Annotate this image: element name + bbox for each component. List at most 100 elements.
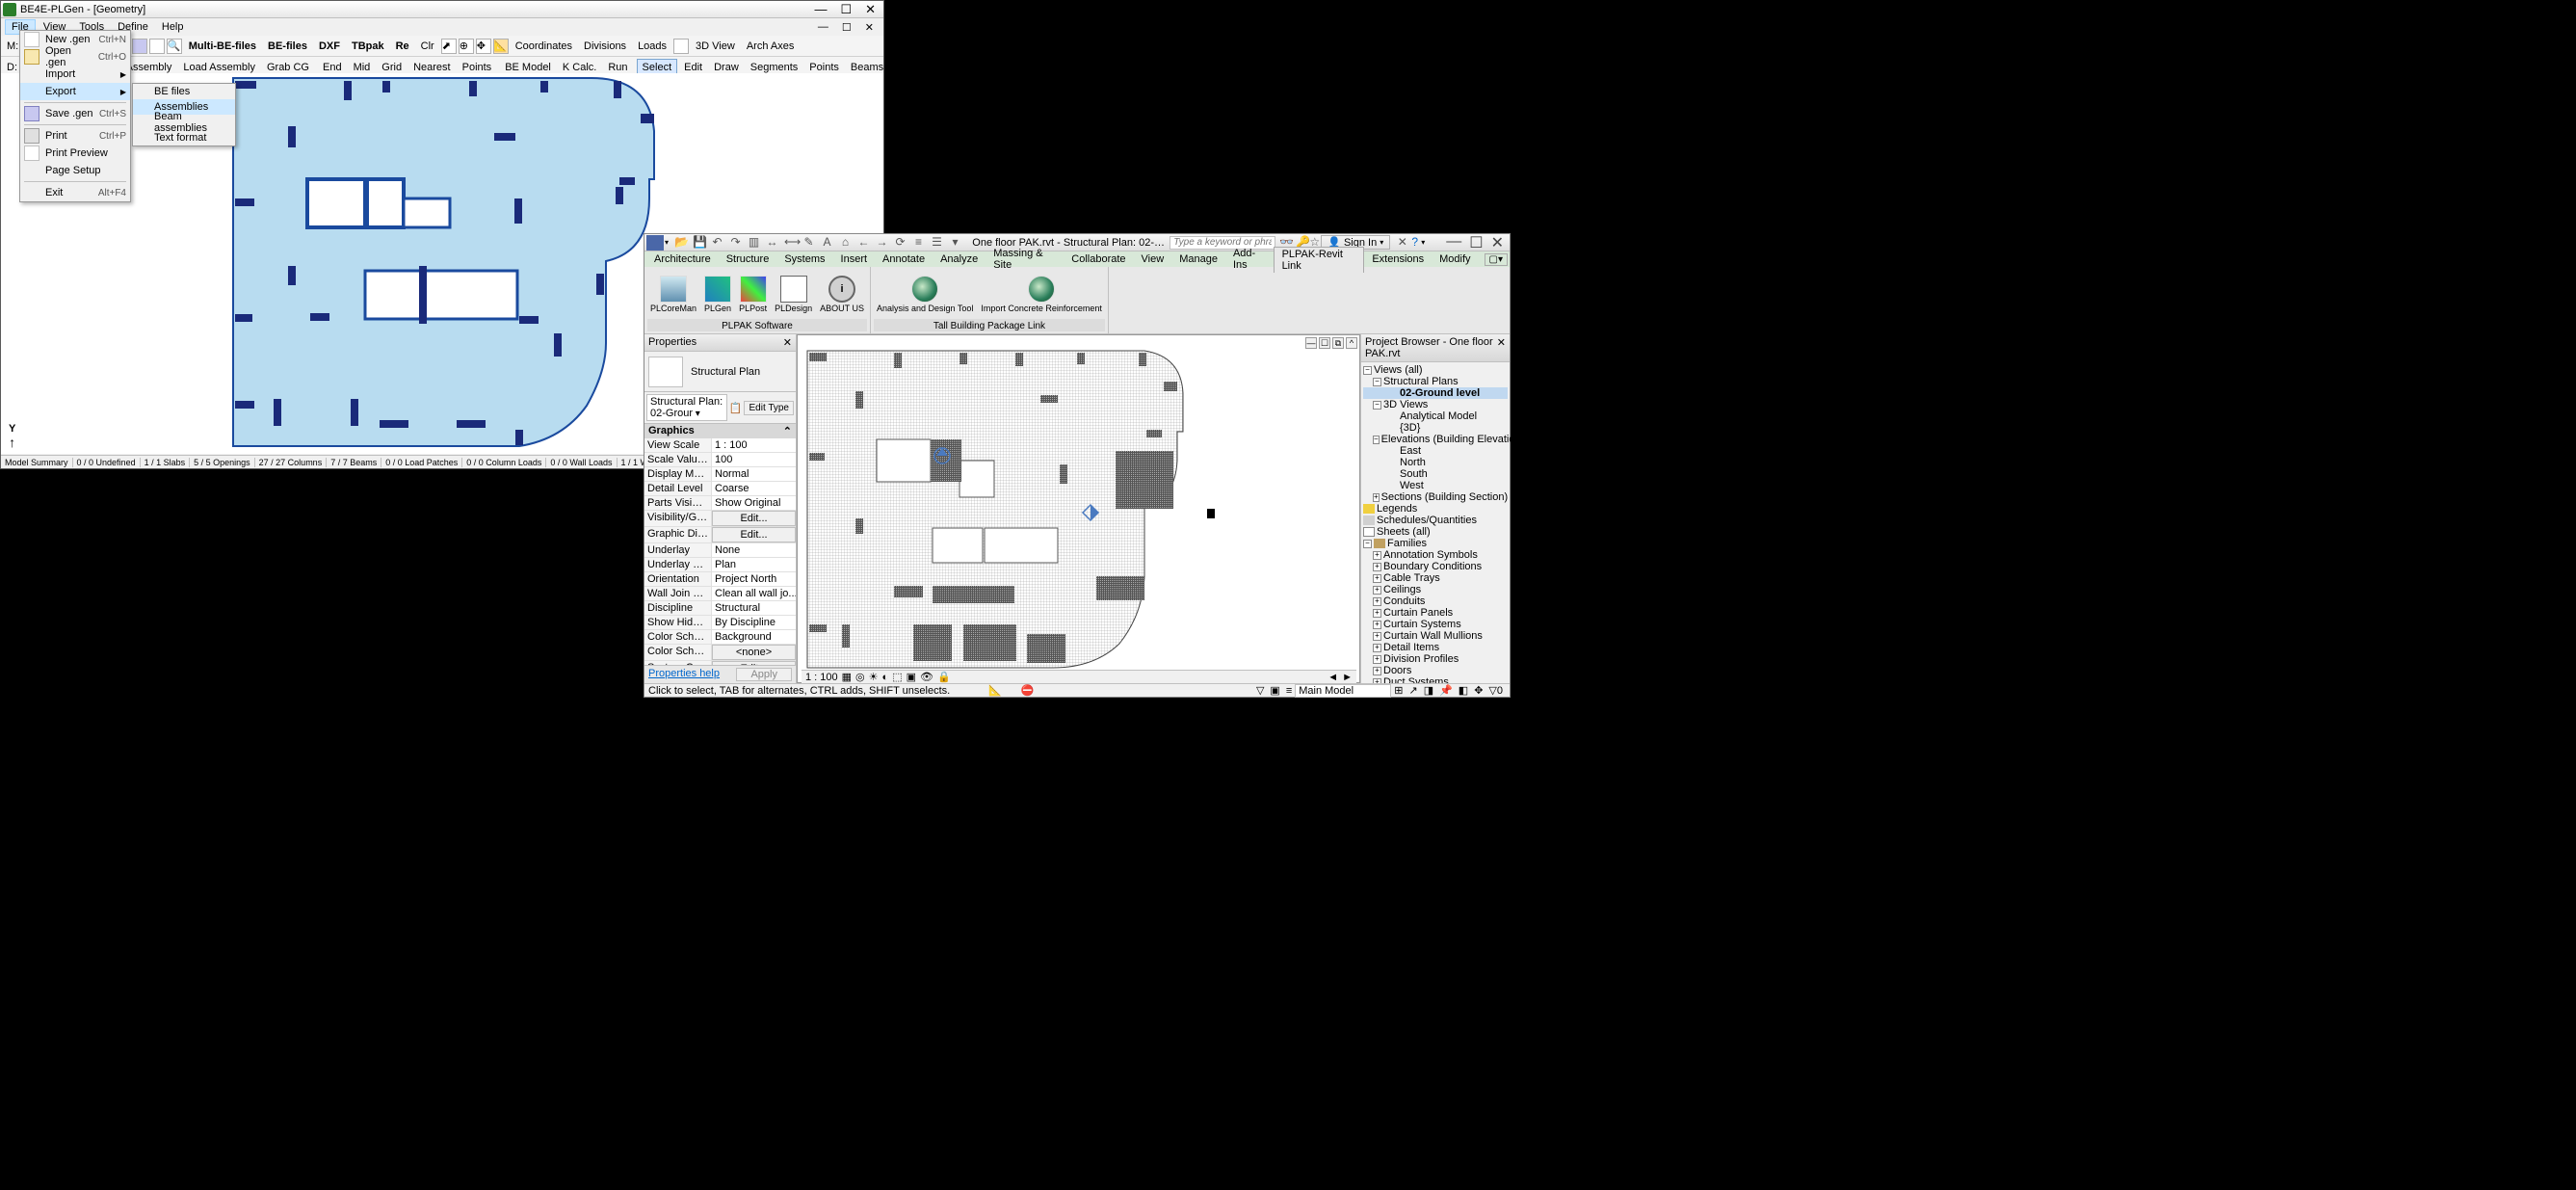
loads-button[interactable]: Loads bbox=[633, 39, 671, 54]
collapse-icon[interactable]: − bbox=[1363, 366, 1372, 375]
tree-north[interactable]: North bbox=[1400, 457, 1426, 468]
sel-status-icon[interactable]: ▣ bbox=[1270, 684, 1279, 697]
status-icon[interactable]: 📐 bbox=[988, 684, 1002, 697]
tree-structural-plans[interactable]: Structural Plans bbox=[1383, 376, 1459, 387]
expand-icon[interactable]: + bbox=[1373, 667, 1381, 675]
search-icon[interactable]: 🔍 bbox=[167, 39, 182, 54]
menu-exit[interactable]: Exit Alt+F4 bbox=[20, 184, 130, 201]
measure-icon[interactable]: 📐 bbox=[493, 39, 509, 54]
shadows-icon[interactable]: ◐ bbox=[882, 672, 889, 683]
thin-lines-icon[interactable]: ≡ bbox=[912, 236, 925, 249]
tree-analytical[interactable]: Analytical Model bbox=[1400, 410, 1477, 422]
property-value[interactable]: Structural bbox=[712, 601, 796, 615]
tab-plpak-revit-link[interactable]: PLPAK-Revit Link bbox=[1274, 247, 1365, 273]
view-restore-icon[interactable]: ⧉ bbox=[1332, 337, 1344, 349]
tree-boundary[interactable]: Boundary Conditions bbox=[1383, 561, 1482, 572]
select-links-icon[interactable]: ↗ bbox=[1408, 684, 1417, 697]
menu-print[interactable]: Print Ctrl+P bbox=[20, 127, 130, 145]
tree-detail-items[interactable]: Detail Items bbox=[1383, 642, 1439, 653]
property-value[interactable]: <none> bbox=[712, 645, 796, 660]
multi-be-files-button[interactable]: Multi-BE-files bbox=[184, 39, 261, 54]
collapse-icon[interactable]: − bbox=[1373, 401, 1381, 410]
close-icon[interactable]: ✕ bbox=[1497, 336, 1506, 359]
arch-axes-button[interactable]: Arch Axes bbox=[742, 39, 800, 54]
property-row[interactable]: Graphic Display ...Edit... bbox=[644, 527, 796, 543]
about-button[interactable]: i ABOUT US bbox=[817, 274, 867, 315]
property-value[interactable]: Plan bbox=[712, 558, 796, 571]
reveal-icon[interactable]: 🔒 bbox=[937, 671, 951, 683]
crop-icon[interactable]: ⬚ bbox=[892, 671, 902, 683]
tab-systems[interactable]: Systems bbox=[776, 252, 832, 266]
property-value[interactable]: Normal bbox=[712, 467, 796, 481]
property-row[interactable]: Show Hidden LinesBy Discipline bbox=[644, 616, 796, 630]
tree-division[interactable]: Division Profiles bbox=[1383, 653, 1459, 665]
3d-icon[interactable] bbox=[673, 39, 689, 54]
tree-sheets[interactable]: Sheets (all) bbox=[1377, 526, 1431, 538]
expand-icon[interactable]: + bbox=[1373, 644, 1381, 652]
expand-icon[interactable]: + bbox=[1373, 621, 1381, 629]
drag-icon[interactable]: ✥ bbox=[1474, 684, 1483, 697]
expand-icon[interactable]: + bbox=[1373, 551, 1381, 560]
property-row[interactable]: Detail LevelCoarse bbox=[644, 482, 796, 496]
workset-selector[interactable]: Main Model bbox=[1295, 684, 1391, 698]
view-max-icon[interactable]: ☐ bbox=[1319, 337, 1330, 349]
expand-icon[interactable]: + bbox=[1373, 632, 1381, 641]
minimize-icon[interactable]: — bbox=[814, 2, 827, 17]
close-windows-icon[interactable]: ☰ bbox=[931, 236, 943, 249]
divisions-button[interactable]: Divisions bbox=[579, 39, 631, 54]
export-be-files[interactable]: BE files bbox=[133, 84, 235, 99]
status-icon[interactable]: ⛔ bbox=[1021, 684, 1035, 697]
move-icon[interactable]: ✥ bbox=[476, 39, 491, 54]
sel-count-icon[interactable]: ≡ bbox=[1286, 685, 1292, 697]
property-row[interactable]: Scale Value 1:100 bbox=[644, 453, 796, 467]
property-row[interactable]: OrientationProject North bbox=[644, 572, 796, 587]
property-row[interactable]: Parts VisibilityShow Original bbox=[644, 496, 796, 511]
dimension-icon[interactable]: ⟷ bbox=[784, 236, 797, 249]
property-value[interactable]: 1 : 100 bbox=[712, 438, 796, 452]
undo-icon[interactable]: ↶ bbox=[711, 236, 723, 249]
menu-save[interactable]: Save .gen Ctrl+S bbox=[20, 105, 130, 122]
tree-curtain-panels[interactable]: Curtain Panels bbox=[1383, 607, 1453, 619]
hide-icon[interactable]: 👁 bbox=[920, 671, 933, 683]
revit-drawing-canvas[interactable]: — ☐ ⧉ ^ bbox=[797, 334, 1360, 683]
property-row[interactable]: Display ModelNormal bbox=[644, 467, 796, 482]
property-value[interactable]: Edit... bbox=[712, 511, 796, 526]
tab-annotate[interactable]: Annotate bbox=[875, 252, 933, 266]
expand-icon[interactable]: + bbox=[1373, 563, 1381, 571]
tree-annotation[interactable]: Annotation Symbols bbox=[1383, 549, 1478, 561]
property-row[interactable]: Underlay Orienta...Plan bbox=[644, 558, 796, 572]
close-icon[interactable]: ✕ bbox=[783, 336, 792, 349]
default-3d-icon[interactable]: ⌂ bbox=[839, 236, 852, 249]
view-min-icon[interactable]: — bbox=[1305, 337, 1317, 349]
minimize-icon[interactable]: — bbox=[1446, 233, 1461, 252]
view-style-icon[interactable]: ◎ bbox=[855, 671, 865, 683]
menu-page-setup[interactable]: Page Setup bbox=[20, 162, 130, 179]
expand-icon[interactable]: + bbox=[1373, 586, 1381, 595]
zoom-icon[interactable]: ⬈ bbox=[441, 39, 457, 54]
tab-view[interactable]: View bbox=[1134, 252, 1172, 266]
menu-help[interactable]: Help bbox=[156, 20, 190, 34]
property-row[interactable]: Color Scheme<none> bbox=[644, 645, 796, 661]
maximize-icon[interactable]: ☐ bbox=[1469, 233, 1483, 252]
be-files-button[interactable]: BE-files bbox=[263, 39, 312, 54]
tree-south[interactable]: South bbox=[1400, 468, 1428, 480]
view-scale[interactable]: 1 : 100 bbox=[805, 672, 838, 683]
3d-view-button[interactable]: 3D View bbox=[691, 39, 740, 54]
sync-nav-fwd-icon[interactable]: → bbox=[876, 236, 888, 249]
select-face-icon[interactable]: ◧ bbox=[1459, 684, 1468, 697]
tab-architecture[interactable]: Architecture bbox=[646, 252, 719, 266]
menu-open[interactable]: Open .gen Ctrl+O bbox=[20, 48, 130, 66]
tree-elevations[interactable]: Elevations (Building Elevation) bbox=[1381, 434, 1525, 445]
print-icon[interactable]: ▥ bbox=[748, 236, 760, 249]
close-icon[interactable]: ✕ bbox=[1491, 233, 1504, 252]
tree-ceilings[interactable]: Ceilings bbox=[1383, 584, 1421, 595]
expand-icon[interactable]: + bbox=[1373, 609, 1381, 618]
dxf-button[interactable]: DXF bbox=[314, 39, 345, 54]
tab-analyze[interactable]: Analyze bbox=[933, 252, 986, 266]
editable-icon[interactable]: ⊞ bbox=[1394, 684, 1403, 697]
tab-structure[interactable]: Structure bbox=[719, 252, 777, 266]
sync-nav-back-icon[interactable]: ← bbox=[857, 236, 870, 249]
apply-button[interactable]: Apply bbox=[736, 668, 792, 681]
tree-views-root[interactable]: Views (all) bbox=[1374, 364, 1423, 376]
plcoreman-button[interactable]: PLCoreMan bbox=[647, 274, 699, 315]
